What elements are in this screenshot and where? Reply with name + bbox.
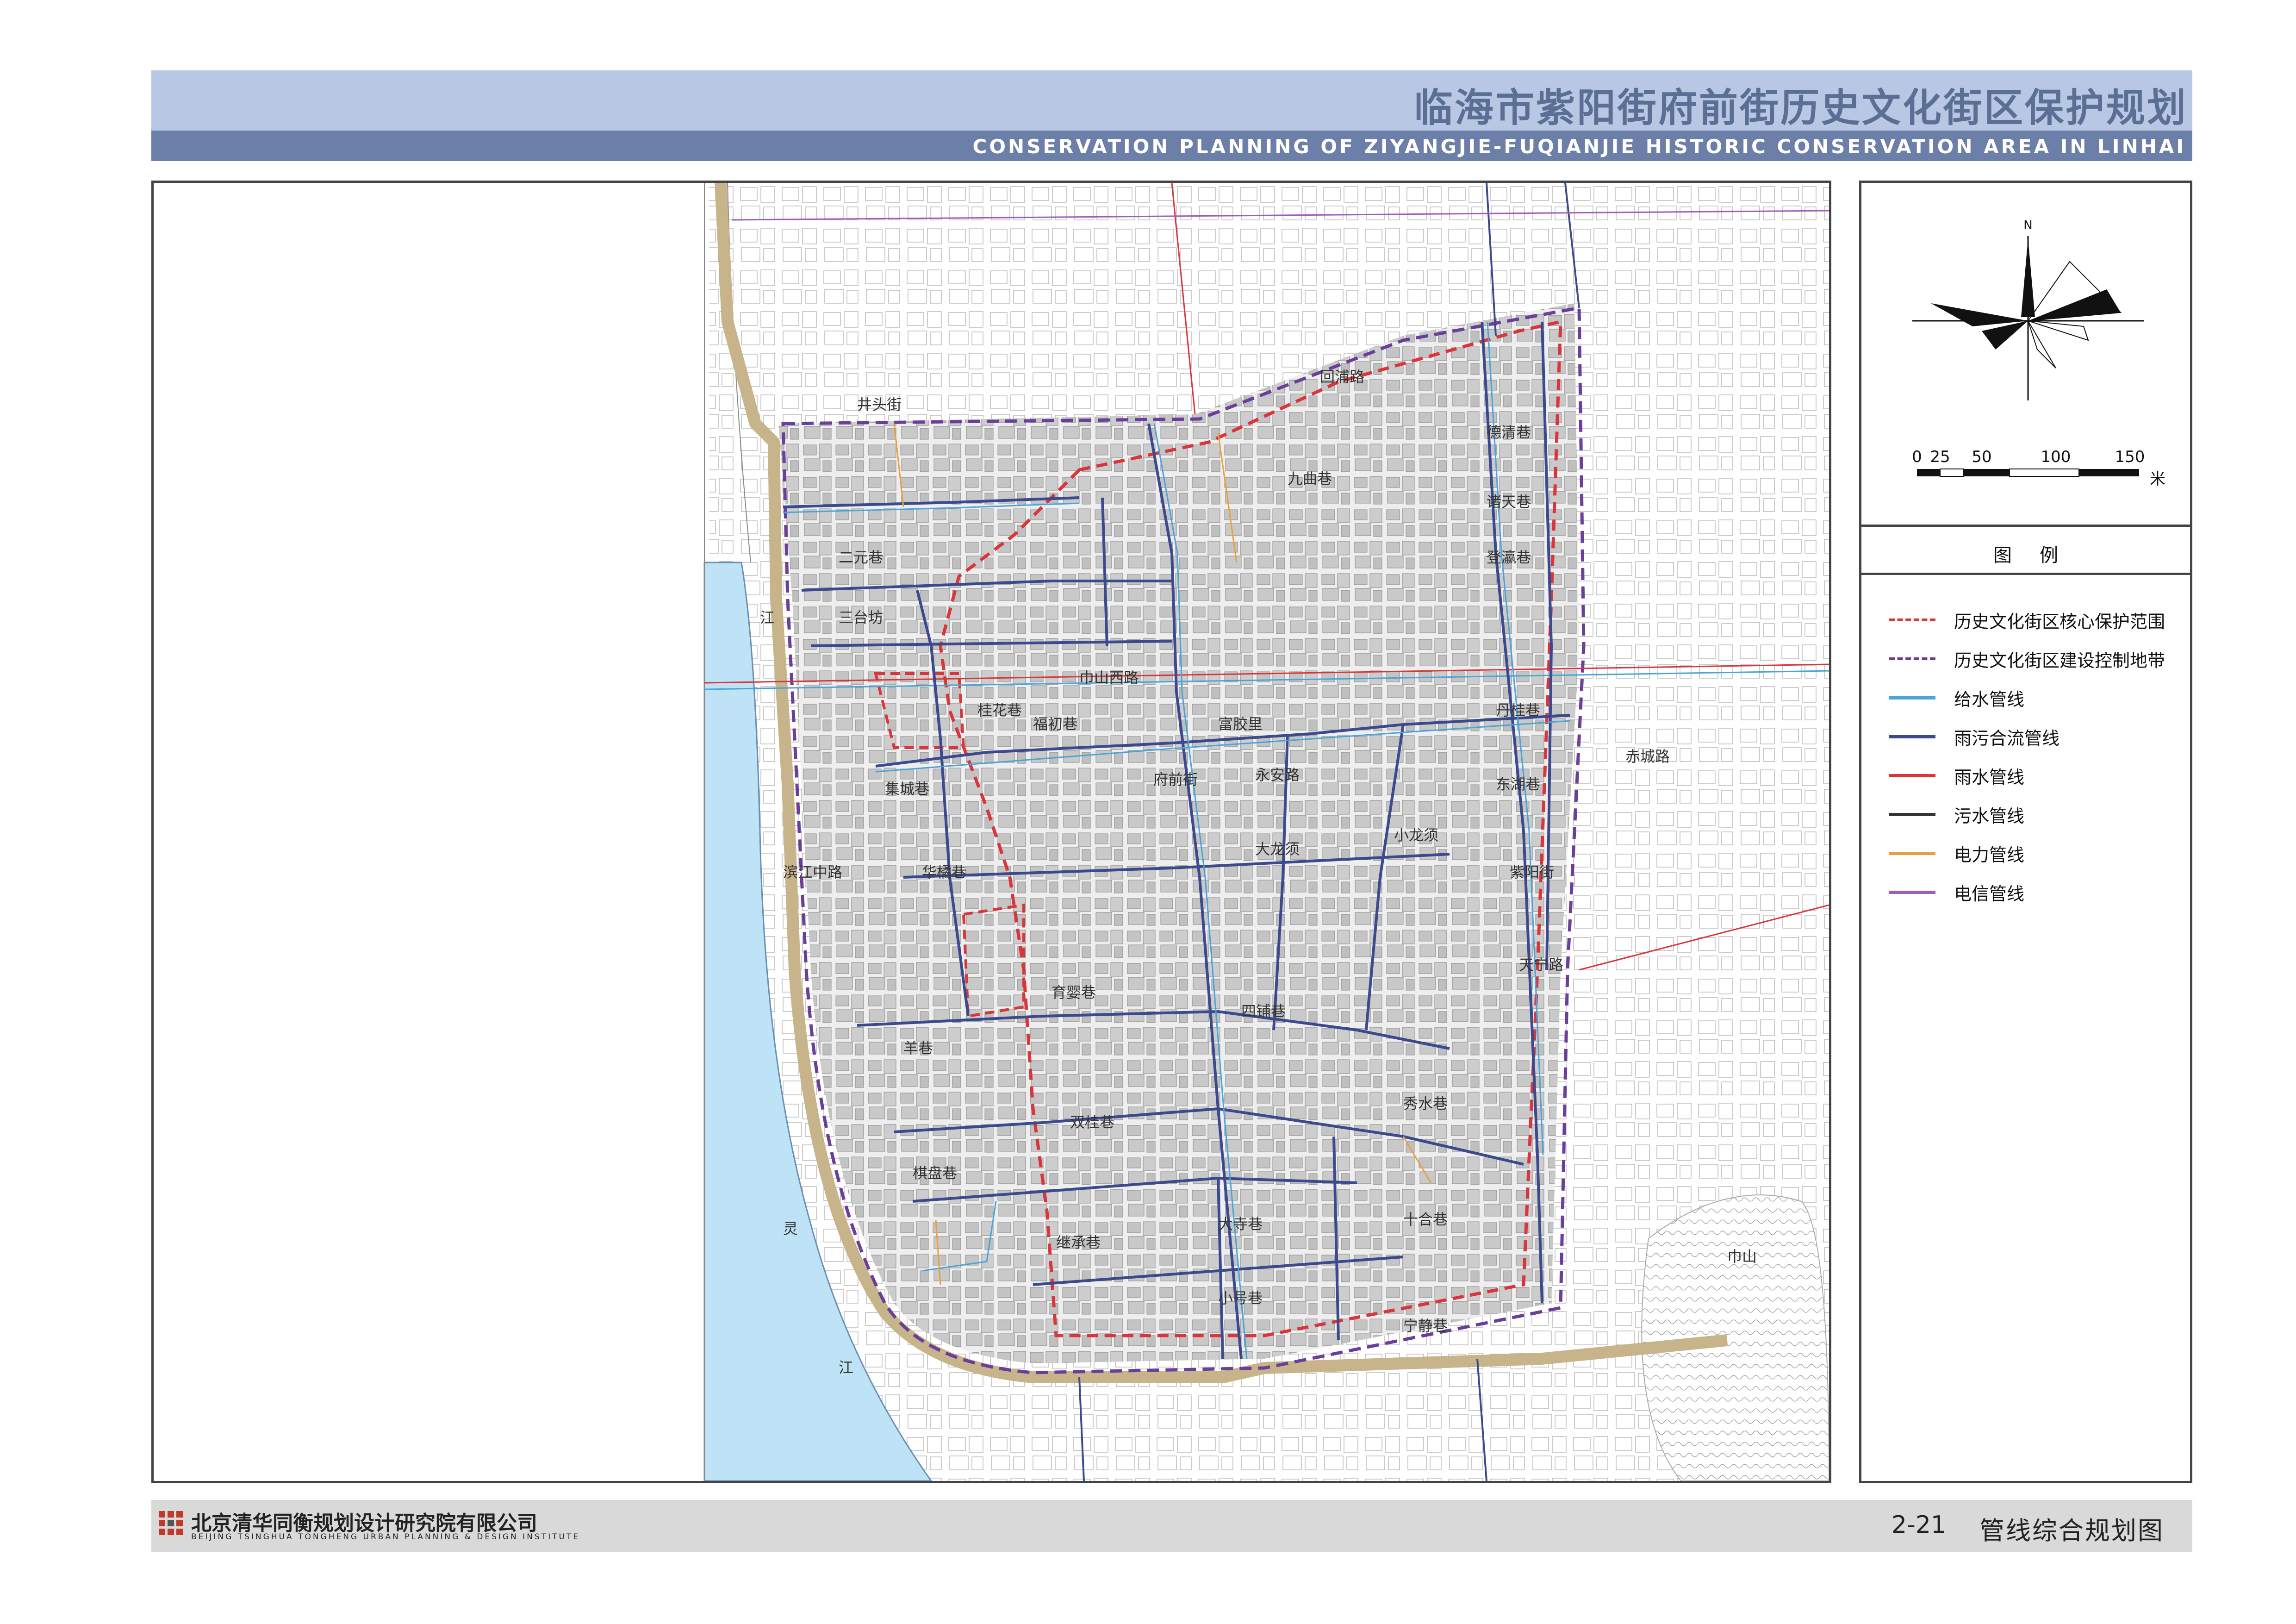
label-xiaolong-xu: 小龙须	[1394, 826, 1438, 844]
label-chicheng-lu: 赤城路	[1625, 748, 1670, 765]
legend-item-sewage: 污水管线	[1889, 801, 2185, 827]
scale-unit: 米	[2150, 470, 2165, 488]
footer-band: 北京清华同衡规划设计研究院有限公司 BEIJING TSINGHUA TONGH…	[151, 1500, 2192, 1552]
label-fuchu-xiang: 福初巷	[1033, 715, 1077, 733]
scale-label-150: 150	[2115, 448, 2145, 466]
north-label: N	[2023, 219, 2032, 232]
label-ling: 灵	[783, 1220, 798, 1237]
label-sipu-xiang: 四铺巷	[1241, 1002, 1286, 1020]
label-jinshan-xilu: 巾山西路	[1079, 669, 1139, 687]
label-yang-xiang: 羊巷	[903, 1039, 933, 1057]
legend-item-power: 电力管线	[1889, 840, 2185, 866]
label-jiuqu-xiang: 九曲巷	[1288, 470, 1332, 487]
label-qipan-xiang: 棋盘巷	[913, 1164, 957, 1182]
legend-item-combined-sewer: 雨污合流管线	[1889, 723, 2185, 749]
label-jingtou-jie: 井头街	[857, 396, 902, 413]
drawing-number: 2-21	[1892, 1511, 1947, 1539]
jinshan-hill	[1641, 1194, 1829, 1481]
label-dangui-xiang: 丹桂巷	[1496, 701, 1540, 719]
legend-panel: N 0 25 50 100 150 米 图例 历史文化街区核心保护范围 历史文化…	[1859, 181, 2192, 1483]
label-huaju-xiang: 华橘巷	[922, 863, 966, 881]
label-zhutian-xiang: 诸天巷	[1487, 493, 1531, 511]
scale-labels: 0 25 50 100 150 米	[1861, 448, 2190, 488]
institute-logo-icon	[158, 1510, 184, 1536]
label-jiang: 江	[760, 609, 775, 626]
label-dasi-xiang: 大寺巷	[1218, 1215, 1263, 1233]
subtitle-band: CONSERVATION PLANNING OF ZIYANGJIE-FUQIA…	[151, 131, 2192, 161]
label-guihua-xiang: 桂花巷	[977, 701, 1022, 719]
page-subtitle: CONSERVATION PLANNING OF ZIYANGJIE-FUQIA…	[972, 135, 2186, 158]
label-yongan-lu: 永安路	[1255, 766, 1300, 784]
label-deqing-xiang: 德清巷	[1487, 424, 1531, 441]
scale-label-100: 100	[2041, 448, 2071, 466]
legend-title: 图例	[1993, 545, 2086, 566]
label-eryuan-xiang: 二元巷	[839, 549, 883, 566]
label-santai-fang: 三台坊	[839, 609, 883, 626]
label-binjiang-zhonglu: 滨江中路	[783, 863, 842, 881]
label-jicheng-xiang: 集城巷	[885, 780, 929, 798]
legend-item-construction-control: 历史文化街区建设控制地带	[1889, 645, 2185, 671]
scale-label-25: 25	[1930, 448, 1950, 466]
page-title: 临海市紫阳街府前街历史文化街区保护规划	[1413, 85, 2188, 131]
label-yuying-xiang: 育婴巷	[1052, 984, 1096, 1001]
label-tianning-lu: 天宁路	[1519, 956, 1563, 974]
legend-item-core-protection: 历史文化街区核心保护范围	[1889, 606, 2185, 632]
label-donghu-xiang: 东湖巷	[1496, 775, 1540, 793]
legend-item-telecom: 电信管线	[1889, 879, 2185, 905]
label-dengying-xiang: 登瀛巷	[1487, 549, 1531, 566]
label-fuqian-jie: 府前街	[1153, 771, 1198, 788]
organization-name-en: BEIJING TSINGHUA TONGHENG URBAN PLANNING…	[191, 1532, 580, 1542]
map-canvas[interactable]: 井头街 回浦路 九曲巷 二元巷 三台坊 江 巾山西路 桂花巷 福初巷 富胶里 府…	[154, 183, 1829, 1481]
map-frame[interactable]: 井头街 回浦路 九曲巷 二元巷 三台坊 江 巾山西路 桂花巷 福初巷 富胶里 府…	[151, 181, 1831, 1483]
drawing-title: 管线综合规划图	[1979, 1516, 2164, 1545]
label-dalong-xu: 大龙须	[1255, 840, 1300, 858]
label-jinshan: 巾山	[1727, 1248, 1757, 1265]
organization-name: 北京清华同衡规划设计研究院有限公司	[191, 1512, 537, 1535]
scale-label-0: 0	[1912, 448, 1922, 466]
label-ningjing-xiang: 宁静巷	[1403, 1317, 1448, 1335]
label-shuanggui-xiang: 双桂巷	[1070, 1113, 1114, 1131]
label-fujiao-li: 富胶里	[1218, 715, 1263, 733]
panel-divider	[1861, 573, 2190, 575]
label-jicheng-xiang-2: 继承巷	[1056, 1234, 1101, 1251]
scale-label-50: 50	[1972, 448, 1992, 466]
label-jiang-2: 江	[839, 1359, 853, 1376]
label-ziyang-jie: 紫阳街	[1510, 863, 1554, 881]
panel-divider	[1861, 525, 2190, 527]
legend-item-stormwater: 雨水管线	[1889, 762, 2185, 788]
label-xiushui-xiang: 秀水巷	[1403, 1095, 1448, 1112]
north-arrow-compass: N	[1912, 219, 2144, 400]
legend-item-water-supply: 给水管线	[1889, 684, 2185, 710]
label-xiaohao-xiang: 小号巷	[1218, 1289, 1263, 1307]
label-huipu-lu: 回浦路	[1320, 368, 1364, 386]
title-band: 临海市紫阳街府前街历史文化街区保护规划	[151, 70, 2192, 131]
label-shihe-xiang: 十合巷	[1403, 1211, 1448, 1228]
